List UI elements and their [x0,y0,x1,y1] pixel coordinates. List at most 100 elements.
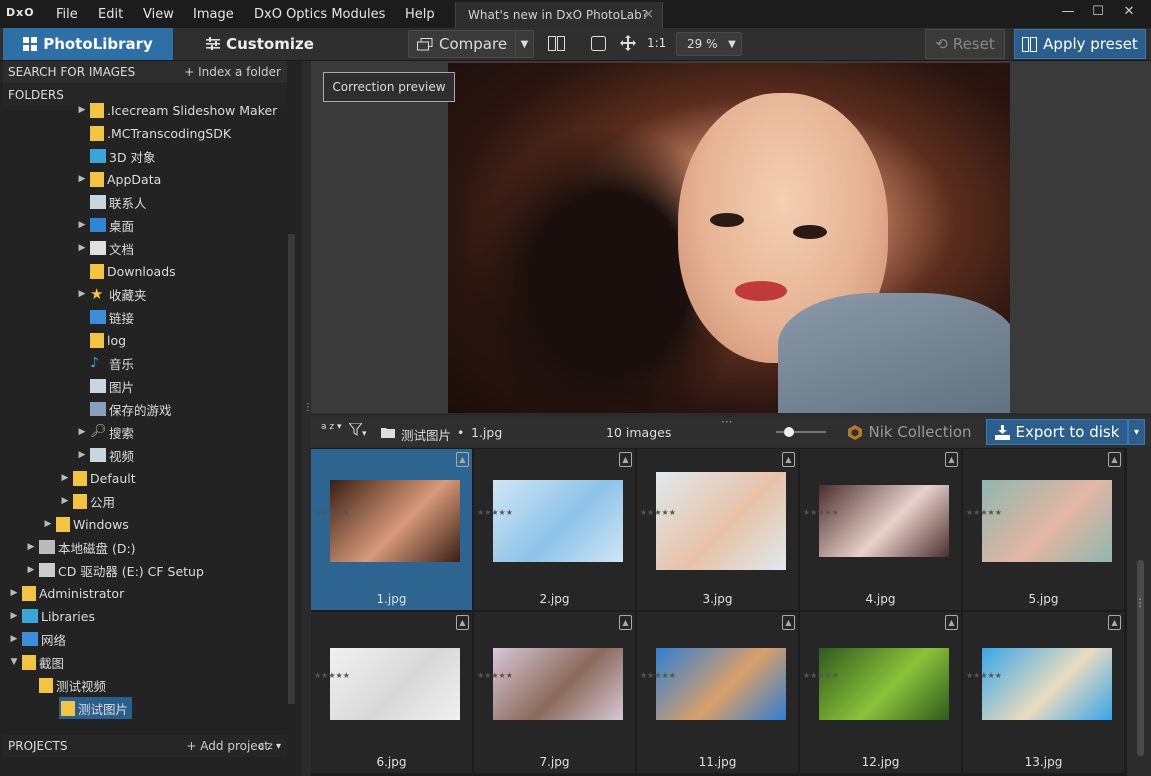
panel-resize-grip-icon[interactable]: ··· [721,415,732,429]
folder-tree-item[interactable]: ▶ 网络 [8,628,70,650]
compare-dropdown-icon[interactable]: ▼ [515,31,533,57]
folder-tree-item[interactable]: ▼ 截图 [8,651,68,673]
folder-tree-item[interactable]: ▶ 公用 [59,490,119,512]
star-rating[interactable]: ★★★★★ [966,670,1002,681]
thumbnail-image[interactable] [329,480,460,562]
fit-screen-icon[interactable] [591,36,606,51]
collapse-arrow-icon[interactable]: ▼ [8,657,20,667]
folder-tree-item[interactable]: 链接 [76,306,138,328]
folder-tree-item[interactable]: 图片 [76,375,138,397]
folder-tree-item[interactable]: ▶ .Icecream Slideshow Maker [76,99,281,121]
folder-tree-item[interactable]: ▶ 🔎︎ 搜索 [76,421,138,443]
folder-tree-item[interactable]: ▶ AppData [76,168,165,190]
folder-tree-item[interactable]: ▶ 文档 [76,237,138,259]
expand-arrow-icon[interactable]: ▶ [25,565,37,575]
expand-arrow-icon[interactable]: ▶ [76,220,88,230]
folder-tree-scrollbar[interactable] [288,234,295,704]
folder-tree-item[interactable]: 联系人 [76,191,151,213]
thumbnail-image[interactable] [981,648,1112,720]
slider-knob[interactable] [784,427,794,437]
minimize-button[interactable]: — [1058,4,1078,19]
index-folder-button[interactable]: + Index a folder [184,65,287,79]
close-tab-icon[interactable]: × [643,7,654,22]
image-thumbnail-cell[interactable]: ★★★★★ ▲ 4.jpg [800,449,961,610]
customize-tab[interactable]: Customize [175,28,345,60]
expand-arrow-icon[interactable]: ▶ [25,542,37,552]
thumbnail-image[interactable] [981,480,1112,562]
zoom-select[interactable]: 29 % ▼ [676,32,742,56]
thumbnail-image[interactable] [492,648,623,720]
star-rating[interactable]: ★★★★★ [640,507,676,518]
folder-tree-item[interactable]: ▶ ★ 收藏夹 [76,283,151,305]
image-preview[interactable] [311,61,1151,413]
image-thumbnail-cell[interactable]: ★★★★★ ▲ 3.jpg [637,449,798,610]
thumbnail-size-slider[interactable] [776,427,826,437]
expand-arrow-icon[interactable]: ▶ [76,450,88,460]
thumbnail-image[interactable] [818,648,949,720]
expand-arrow-icon[interactable]: ▶ [76,243,88,253]
image-thumbnail-cell[interactable]: ★★★★★ ▲ 12.jpg [800,612,961,773]
folder-tree-item[interactable]: ▶ Libraries [8,605,99,627]
star-rating[interactable]: ★★★★★ [966,507,1002,518]
lock-icon[interactable]: ▲ [456,452,469,467]
lock-icon[interactable]: ▲ [945,452,958,467]
image-thumbnail-cell[interactable]: ★★★★★ ▲ 13.jpg [963,612,1124,773]
thumbnail-image[interactable] [655,472,786,570]
folder-tree-item[interactable]: ▶ 桌面 [76,214,138,236]
star-rating[interactable]: ★★★★★ [640,670,676,681]
reset-button[interactable]: ⟲ Reset [925,29,1005,59]
sort-projects-icon[interactable]: a z ▾ [258,741,281,752]
folder-tree-item[interactable]: ▶ Windows [42,513,133,535]
lock-icon[interactable]: ▲ [1108,452,1121,467]
thumbnail-image[interactable] [329,648,460,720]
compare-button[interactable]: Compare ▼ [408,30,534,58]
folder-tree-item[interactable]: ▶ 视频 [76,444,138,466]
folder-tree-item[interactable]: ▶ CD 驱动器 (E:) CF Setup [25,559,208,581]
zoom-dropdown-icon[interactable]: ▼ [723,39,741,50]
export-to-disk-button[interactable]: Export to disk [986,419,1128,445]
menu-dxo-optics-modules[interactable]: DxO Optics Modules [254,7,385,22]
correction-preview-button[interactable]: Correction preview [323,72,455,102]
star-rating[interactable]: ★★★★★ [477,507,513,518]
lock-icon[interactable]: ▲ [619,615,632,630]
star-rating[interactable]: ★★★★★ [477,670,513,681]
folder-tree-item[interactable]: ▶ Default [59,467,140,489]
expand-arrow-icon[interactable]: ▶ [8,634,20,644]
sort-images-button[interactable]: a z ▾ [321,423,341,432]
folder-tree-item[interactable]: ▶ Administrator [8,582,128,604]
maximize-button[interactable]: ☐ [1088,4,1108,19]
thumbnail-image[interactable] [818,485,949,557]
expand-arrow-icon[interactable]: ▶ [76,105,88,115]
lock-icon[interactable]: ▲ [1108,615,1121,630]
expand-arrow-icon[interactable]: ▶ [42,519,54,529]
move-icon[interactable] [620,35,636,51]
folder-tree-item[interactable]: 保存的游戏 [76,398,176,420]
lock-icon[interactable]: ▲ [619,452,632,467]
image-thumbnail-cell[interactable]: ★★★★★ ▲ 2.jpg [474,449,635,610]
lock-icon[interactable]: ▲ [782,452,795,467]
image-thumbnail-cell[interactable]: ★★★★★ ▲ 7.jpg [474,612,635,773]
menu-file[interactable]: File [56,7,78,22]
folder-tree-item[interactable]: log [76,329,130,351]
expand-arrow-icon[interactable]: ▶ [76,289,88,299]
apply-preset-button[interactable]: Apply preset [1014,29,1146,59]
folder-tree-item[interactable]: 3D 对象 [76,145,160,167]
search-images-header[interactable]: SEARCH FOR IMAGES + Index a folder [3,61,287,83]
whats-new-tab[interactable]: What's new in DxO PhotoLab? × [455,2,663,28]
expand-arrow-icon[interactable]: ▶ [76,174,88,184]
thumbnail-image[interactable] [655,648,786,720]
menu-help[interactable]: Help [405,7,435,22]
expand-arrow-icon[interactable]: ▶ [59,496,71,506]
folder-tree-item[interactable]: ▶ 本地磁盘 (D:) [25,536,140,558]
split-view-icon[interactable] [548,36,565,51]
projects-header[interactable]: PROJECTS + Add project a z ▾ [3,735,287,757]
close-window-button[interactable]: ✕ [1119,4,1139,19]
filter-button[interactable]: ▾ [347,422,367,439]
expand-arrow-icon[interactable]: ▶ [59,473,71,483]
lock-icon[interactable]: ▲ [782,615,795,630]
menu-edit[interactable]: Edit [98,7,123,22]
thumbnail-image[interactable] [492,480,623,562]
folder-tree-item[interactable]: 测试图片 [59,697,133,719]
export-dropdown-icon[interactable]: ▾ [1128,419,1145,445]
image-grid-scrollbar[interactable] [1137,560,1144,756]
